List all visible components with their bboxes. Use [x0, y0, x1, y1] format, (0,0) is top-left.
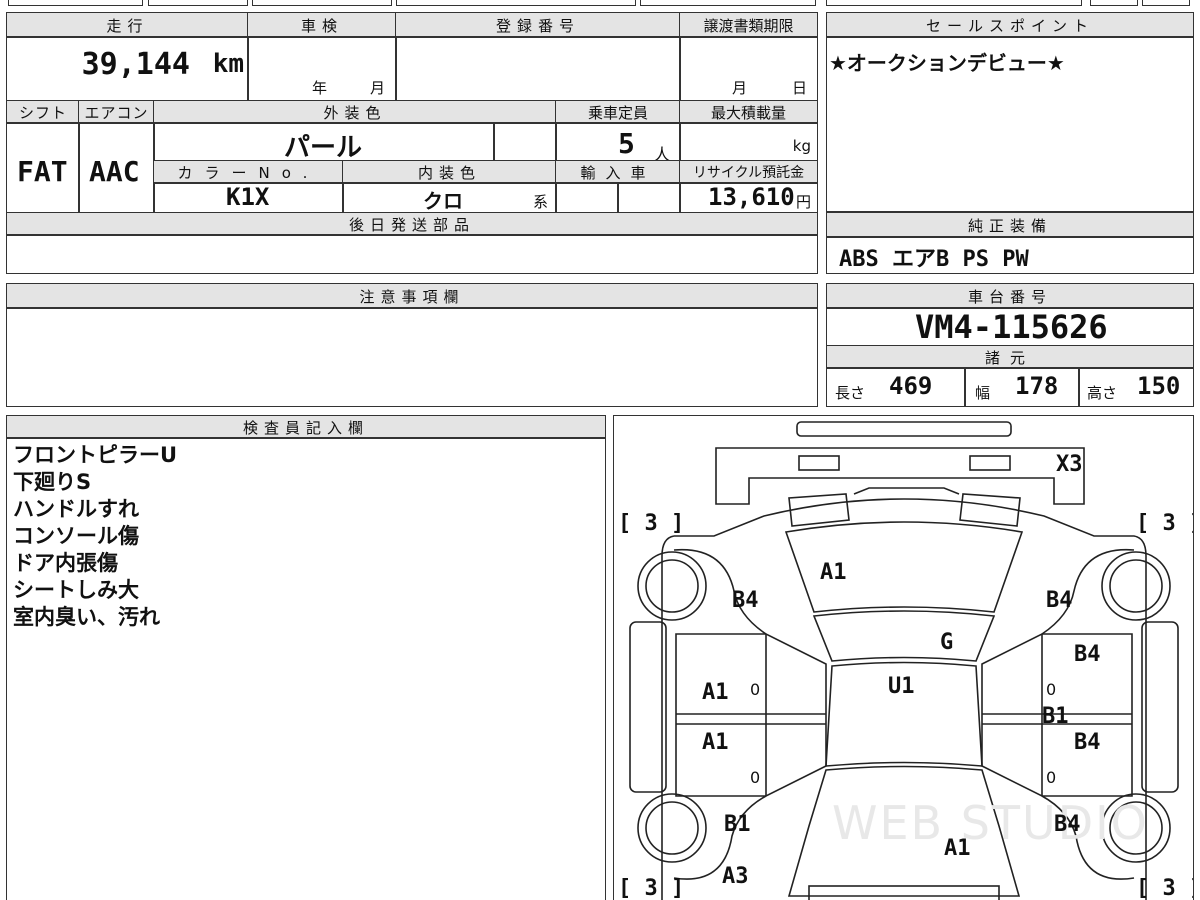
shift-header: シフト	[6, 100, 80, 124]
inspector-header: 検査員記入欄	[6, 415, 606, 439]
mileage-cell: 39,144 km	[6, 36, 249, 102]
color-no-cell: K1X	[153, 182, 344, 214]
code-quarter-left: B1	[724, 812, 751, 837]
transfer-deadline-cell: 月 日	[679, 36, 818, 102]
inspector-line: シートしみ大	[13, 578, 139, 602]
watermark: WEB STUDIO	[832, 796, 1149, 850]
shift-cell: FAT	[6, 122, 80, 214]
import-cell-1	[555, 182, 619, 214]
code-door-front-right: B4	[1074, 642, 1101, 667]
chassis-header: 車台番号	[826, 283, 1194, 309]
sales-point-cell: ★オークションデビュー★	[826, 36, 1194, 212]
ext-color-cell: パール	[153, 122, 495, 163]
maxload-header: 最大積載量	[679, 100, 818, 124]
shaken-cell: 年 月	[247, 36, 397, 102]
height-value: 150	[1137, 372, 1181, 400]
registration-header: 登録番号	[395, 12, 681, 38]
color-no-value: K1X	[226, 183, 270, 211]
int-color-value: クロ	[423, 189, 463, 213]
later-parts-cell	[6, 234, 818, 274]
vehicle-info-block: 走行 車検 登録番号 譲渡書類期限 39,144 km 年 月 月 日 シフト …	[6, 12, 818, 274]
inspector-line: フロントピラーU	[13, 443, 178, 467]
capacity-value: 5	[618, 127, 635, 160]
door-zero-mark: 0	[1046, 680, 1057, 699]
dims-header: 諸元	[826, 345, 1194, 369]
ext-color-header: 外装色	[153, 100, 557, 124]
tire-mark-fl: [ 3 ]	[618, 511, 685, 536]
door-zero-mark: 0	[750, 680, 761, 699]
code-fender-right: B4	[1046, 588, 1073, 613]
chassis-cell: VM4-115626	[826, 307, 1194, 347]
ac-value: AAC	[89, 155, 140, 188]
int-color-cell: クロ 系	[342, 182, 557, 214]
height-cell: 高さ 150	[1078, 367, 1194, 407]
equipment-header: 純正装備	[826, 212, 1194, 238]
ac-header: エアコン	[78, 100, 155, 124]
code-trunk: A1	[944, 836, 971, 861]
code-quarter-right: B4	[1054, 812, 1081, 837]
code-roof: U1	[888, 674, 915, 699]
code-sill-right: B1	[1042, 704, 1069, 729]
tire-mark-rr: [ 3 ]	[1136, 876, 1193, 900]
length-cell: 長さ 469	[826, 367, 966, 407]
tire-mark-rl: [ 3 ]	[618, 876, 685, 900]
door-zero-mark: 0	[1046, 768, 1057, 787]
mileage-unit: km	[212, 49, 244, 79]
mileage-value: 39,144	[81, 47, 190, 82]
capacity-header: 乗車定員	[555, 100, 681, 124]
door-zero-mark: 0	[750, 768, 761, 787]
code-door-front-left: A1	[702, 680, 729, 705]
later-parts-header: 後日発送部品	[6, 212, 818, 236]
code-door-rear-right: B4	[1074, 730, 1101, 755]
shift-value: FAT	[17, 155, 68, 188]
width-value: 178	[1015, 372, 1059, 400]
inspector-line: ハンドルすれ	[13, 497, 139, 521]
code-hood: A1	[820, 560, 847, 585]
int-color-header: 内装色	[342, 160, 557, 184]
equipment-cell: ABS エアB PS PW	[826, 236, 1194, 274]
registration-cell	[395, 36, 681, 102]
inspector-line: ドア内張傷	[13, 551, 118, 575]
length-value: 469	[889, 372, 933, 400]
mileage-header: 走行	[6, 12, 249, 38]
code-door-rear-left: A1	[702, 730, 729, 755]
code-fender-left: B4	[732, 588, 759, 613]
tire-mark-fr: [ 3 ]	[1136, 511, 1193, 536]
import-cell-2	[617, 182, 681, 214]
recycle-value: 13,610	[708, 183, 795, 211]
notes-header: 注意事項欄	[6, 283, 818, 309]
ext-color-extra-cell	[493, 122, 557, 162]
inspector-cell: フロントピラーU 下廻りS ハンドルすれ コンソール傷 ドア内張傷 シートしみ大…	[6, 437, 606, 900]
code-bumper: X3	[1056, 452, 1083, 477]
color-no-header: カラーNo.	[153, 160, 344, 184]
chassis-number: VM4-115626	[915, 308, 1108, 346]
inspector-line: 室内臭い、汚れ	[13, 605, 160, 629]
top-strip	[0, 0, 1200, 8]
notes-cell	[6, 307, 818, 407]
recycle-header: リサイクル預託金	[679, 160, 818, 184]
code-rear-left: A3	[722, 864, 749, 889]
capacity-cell: 5 人	[555, 122, 681, 164]
import-header: 輸入車	[555, 160, 681, 184]
maxload-cell: kg	[679, 122, 818, 162]
sales-point-header: セールスポイント	[826, 12, 1194, 38]
ext-color-value: パール	[284, 133, 363, 163]
equipment-text: ABS エアB PS PW	[839, 247, 1029, 272]
code-glass: G	[940, 630, 954, 655]
shaken-header: 車検	[247, 12, 397, 38]
ac-cell: AAC	[78, 122, 155, 214]
width-cell: 幅 178	[964, 367, 1080, 407]
recycle-cell: 13,610 円	[679, 182, 818, 214]
sales-point-text: ★オークションデビュー★	[829, 51, 1065, 75]
inspector-line: 下廻りS	[13, 470, 92, 494]
damage-diagram: WEB STUDIO [ 3 ] [ 3 ] [ 3 ] [ 3 ] X3 A1…	[613, 415, 1194, 900]
transfer-deadline-header: 譲渡書類期限	[679, 12, 818, 38]
inspector-line: コンソール傷	[13, 524, 139, 548]
